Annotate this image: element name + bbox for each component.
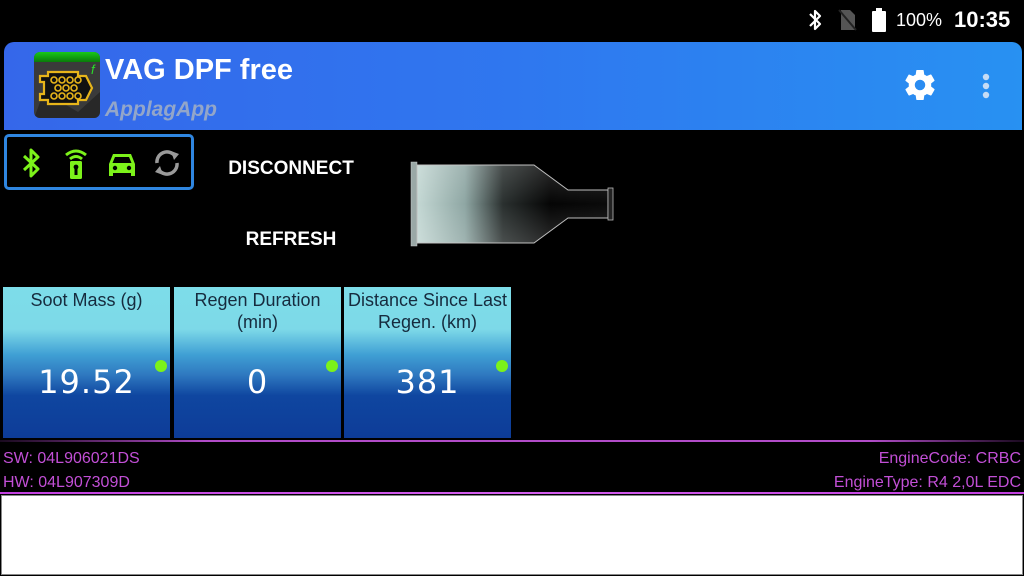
refresh-button[interactable]: REFRESH [230,229,352,251]
regen-duration-tile[interactable]: Regen Duration (min) 0 [174,287,341,438]
car-icon [109,154,135,176]
status-indicator-dot [496,360,508,372]
hardware-version: HW: 04L907309D [3,474,130,491]
tile-label: Distance Since Last Regen. (km) [347,290,508,332]
dpf-filter-app-icon: f [34,52,100,118]
svg-text:f: f [91,62,96,77]
app-bar: f VAG DPF free ApplagApp [4,42,1022,130]
dpf-filter-illustration [410,161,614,247]
bluetooth-icon [809,9,822,31]
app-title: VAG DPF free [105,54,294,86]
obd-adapter-icon [65,149,87,179]
sync-icon [155,150,179,176]
soot-mass-tile[interactable]: Soot Mass (g) 19.52 [3,287,170,438]
distance-since-regen-tile[interactable]: Distance Since Last Regen. (km) 381 [344,287,511,438]
more-vert-icon[interactable] [976,69,996,103]
tile-label: Regen Duration (min) [194,290,321,332]
disconnect-button[interactable]: DISCONNECT [220,158,362,180]
bluetooth-icon [22,148,40,178]
no-sim-icon [838,9,857,31]
software-version: SW: 04L906021DS [3,450,140,467]
tile-label: Soot Mass (g) [30,290,143,310]
connection-status-panel [4,134,194,190]
status-indicator-dot [326,360,338,372]
engine-type: EngineType: R4 2,0L EDC [833,474,1021,491]
battery-percentage: 100% [896,10,943,30]
clock: 10:35 [954,7,1011,32]
screen: 100% 10:35 f VAG DPF free ApplagApp DISC… [0,0,1024,576]
settings-icon[interactable] [902,67,938,103]
status-indicator-dot [155,360,167,372]
tile-value: 19.52 [38,363,135,401]
battery-full-icon [872,8,886,32]
divider [0,440,1024,442]
log-output-area[interactable] [1,495,1023,575]
divider [0,492,1024,494]
status-bar: 100% 10:35 [0,0,1024,40]
engine-code: EngineCode: CRBC [878,450,1021,467]
tile-value: 381 [395,363,460,401]
app-subtitle: ApplagApp [105,98,217,121]
tile-value: 0 [246,363,269,401]
